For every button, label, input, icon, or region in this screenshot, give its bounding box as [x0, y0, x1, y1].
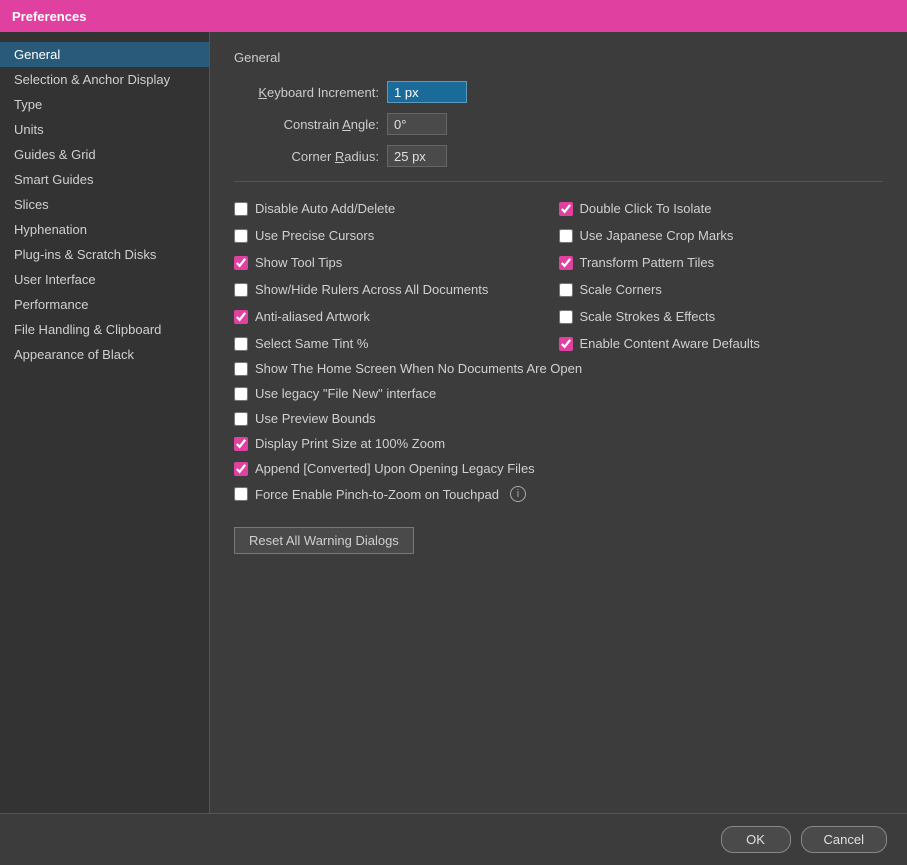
checkbox-label-use-preview-bounds: Use Preview Bounds	[255, 411, 376, 426]
checkbox-show-tool-tips[interactable]	[234, 256, 248, 270]
checkbox-label-append-converted: Append [Converted] Upon Opening Legacy F…	[255, 461, 535, 476]
checkbox-row-select-same-tint: Select Same Tint %	[234, 331, 559, 356]
checkbox-use-precise-cursors[interactable]	[234, 229, 248, 243]
sidebar-item-plugins-scratch[interactable]: Plug-ins & Scratch Disks	[0, 242, 209, 267]
checkbox-row-show-home-screen: Show The Home Screen When No Documents A…	[234, 356, 883, 381]
content-title: General	[234, 50, 883, 65]
checkbox-row-scale-strokes-effects: Scale Strokes & Effects	[559, 304, 884, 329]
corner-radius-label: Corner Radius:	[234, 149, 379, 164]
checkbox-row-disable-auto-add-delete: Disable Auto Add/Delete	[234, 196, 559, 221]
dialog: GeneralSelection & Anchor DisplayTypeUni…	[0, 32, 907, 865]
content-area: General Keyboard Increment: Constrain An…	[210, 32, 907, 813]
checkbox-label-use-japanese-crop: Use Japanese Crop Marks	[580, 228, 734, 243]
checkbox-label-select-same-tint: Select Same Tint %	[255, 336, 368, 351]
checkbox-use-japanese-crop[interactable]	[559, 229, 573, 243]
checkbox-display-print-size[interactable]	[234, 437, 248, 451]
sidebar: GeneralSelection & Anchor DisplayTypeUni…	[0, 32, 210, 813]
checkbox-label-use-precise-cursors: Use Precise Cursors	[255, 228, 374, 243]
checkbox-label-show-tool-tips: Show Tool Tips	[255, 255, 342, 270]
checkbox-label-show-hide-rulers: Show/Hide Rulers Across All Documents	[255, 282, 488, 297]
keyboard-increment-input[interactable]	[387, 81, 467, 103]
constrain-angle-row: Constrain Angle:	[234, 113, 883, 135]
checkbox-double-click-isolate[interactable]	[559, 202, 573, 216]
checkbox-append-converted[interactable]	[234, 462, 248, 476]
checkbox-label-anti-aliased-artwork: Anti-aliased Artwork	[255, 309, 370, 324]
sidebar-item-appearance-black[interactable]: Appearance of Black	[0, 342, 209, 367]
reset-warning-dialogs-button[interactable]: Reset All Warning Dialogs	[234, 527, 414, 554]
checkbox-force-pinch-zoom[interactable]	[234, 487, 248, 501]
checkbox-row-display-print-size: Display Print Size at 100% Zoom	[234, 431, 883, 456]
sidebar-item-smart-guides[interactable]: Smart Guides	[0, 167, 209, 192]
title-bar-label: Preferences	[12, 9, 86, 24]
checkbox-show-home-screen[interactable]	[234, 362, 248, 376]
sidebar-item-selection-anchor[interactable]: Selection & Anchor Display	[0, 67, 209, 92]
checkbox-transform-pattern-tiles[interactable]	[559, 256, 573, 270]
checkbox-row-show-hide-rulers: Show/Hide Rulers Across All Documents	[234, 277, 559, 302]
sidebar-item-slices[interactable]: Slices	[0, 192, 209, 217]
checkbox-label-disable-auto-add-delete: Disable Auto Add/Delete	[255, 201, 395, 216]
checkbox-row-enable-content-aware: Enable Content Aware Defaults	[559, 331, 884, 356]
checkbox-section-full: Show The Home Screen When No Documents A…	[234, 356, 883, 507]
checkbox-use-legacy-file-new[interactable]	[234, 387, 248, 401]
info-icon[interactable]: i	[510, 486, 526, 502]
sidebar-item-user-interface[interactable]: User Interface	[0, 267, 209, 292]
checkbox-section-two-col: Disable Auto Add/Delete Use Precise Curso…	[234, 196, 883, 356]
checkbox-col-left: Disable Auto Add/Delete Use Precise Curso…	[234, 196, 559, 356]
checkbox-row-transform-pattern-tiles: Transform Pattern Tiles	[559, 250, 884, 275]
cancel-button[interactable]: Cancel	[801, 826, 887, 853]
checkbox-label-double-click-isolate: Double Click To Isolate	[580, 201, 712, 216]
checkbox-label-scale-strokes-effects: Scale Strokes & Effects	[580, 309, 716, 324]
sidebar-item-general[interactable]: General	[0, 42, 209, 67]
checkbox-row-double-click-isolate: Double Click To Isolate	[559, 196, 884, 221]
checkbox-row-force-pinch-zoom: Force Enable Pinch-to-Zoom on Touchpad i	[234, 481, 883, 507]
checkbox-label-force-pinch-zoom: Force Enable Pinch-to-Zoom on Touchpad	[255, 487, 499, 502]
checkbox-label-scale-corners: Scale Corners	[580, 282, 662, 297]
dialog-body: GeneralSelection & Anchor DisplayTypeUni…	[0, 32, 907, 813]
checkbox-row-use-preview-bounds: Use Preview Bounds	[234, 406, 883, 431]
sidebar-item-type[interactable]: Type	[0, 92, 209, 117]
checkbox-label-display-print-size: Display Print Size at 100% Zoom	[255, 436, 445, 451]
checkbox-scale-strokes-effects[interactable]	[559, 310, 573, 324]
checkbox-row-use-precise-cursors: Use Precise Cursors	[234, 223, 559, 248]
checkbox-show-hide-rulers[interactable]	[234, 283, 248, 297]
checkbox-row-append-converted: Append [Converted] Upon Opening Legacy F…	[234, 456, 883, 481]
checkbox-use-preview-bounds[interactable]	[234, 412, 248, 426]
checkbox-row-show-tool-tips: Show Tool Tips	[234, 250, 559, 275]
keyboard-increment-label: Keyboard Increment:	[234, 85, 379, 100]
checkbox-label-transform-pattern-tiles: Transform Pattern Tiles	[580, 255, 715, 270]
constrain-angle-input[interactable]	[387, 113, 447, 135]
checkbox-row-scale-corners: Scale Corners	[559, 277, 884, 302]
constrain-angle-label: Constrain Angle:	[234, 117, 379, 132]
checkbox-select-same-tint[interactable]	[234, 337, 248, 351]
checkbox-row-use-japanese-crop: Use Japanese Crop Marks	[559, 223, 884, 248]
checkbox-enable-content-aware[interactable]	[559, 337, 573, 351]
sidebar-item-performance[interactable]: Performance	[0, 292, 209, 317]
checkbox-row-use-legacy-file-new: Use legacy "File New" interface	[234, 381, 883, 406]
checkbox-label-use-legacy-file-new: Use legacy "File New" interface	[255, 386, 436, 401]
sidebar-item-units[interactable]: Units	[0, 117, 209, 142]
corner-radius-input[interactable]	[387, 145, 447, 167]
checkbox-col-right: Double Click To Isolate Use Japanese Crop…	[559, 196, 884, 356]
sidebar-item-guides-grid[interactable]: Guides & Grid	[0, 142, 209, 167]
divider-1	[234, 181, 883, 182]
sidebar-item-file-handling[interactable]: File Handling & Clipboard	[0, 317, 209, 342]
checkbox-disable-auto-add-delete[interactable]	[234, 202, 248, 216]
ok-button[interactable]: OK	[721, 826, 791, 853]
checkbox-scale-corners[interactable]	[559, 283, 573, 297]
dialog-footer: OK Cancel	[0, 813, 907, 865]
keyboard-increment-row: Keyboard Increment:	[234, 81, 883, 103]
checkbox-label-show-home-screen: Show The Home Screen When No Documents A…	[255, 361, 582, 376]
title-bar: Preferences	[0, 0, 907, 32]
checkbox-row-anti-aliased-artwork: Anti-aliased Artwork	[234, 304, 559, 329]
reset-button-container: Reset All Warning Dialogs	[234, 507, 883, 554]
checkbox-anti-aliased-artwork[interactable]	[234, 310, 248, 324]
checkbox-label-enable-content-aware: Enable Content Aware Defaults	[580, 336, 760, 351]
sidebar-item-hyphenation[interactable]: Hyphenation	[0, 217, 209, 242]
corner-radius-row: Corner Radius:	[234, 145, 883, 167]
